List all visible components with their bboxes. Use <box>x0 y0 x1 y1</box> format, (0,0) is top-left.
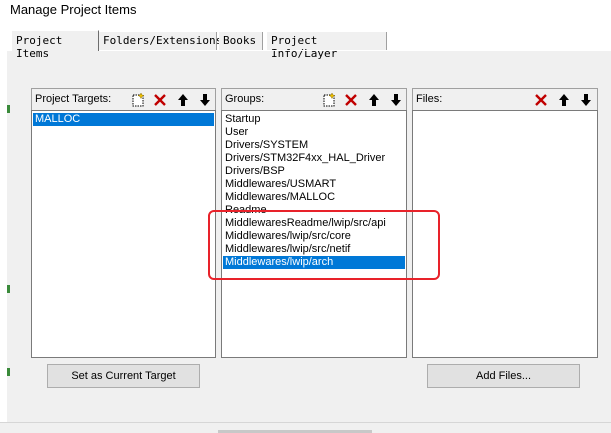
set-current-target-button[interactable]: Set as Current Target <box>47 364 200 388</box>
move-up-icon[interactable] <box>175 92 191 108</box>
files-header: Files: <box>412 88 598 110</box>
add-files-button[interactable]: Add Files... <box>427 364 580 388</box>
list-item[interactable]: Drivers/STM32F4xx_HAL_Driver <box>223 152 385 165</box>
tab-folders-extensions[interactable]: Folders/Extensions <box>99 32 222 50</box>
move-down-icon[interactable] <box>578 92 594 108</box>
new-icon[interactable] <box>321 92 337 108</box>
edge-mark <box>7 285 10 293</box>
list-item[interactable]: Drivers/BSP <box>223 165 285 178</box>
tab-project-info-layer[interactable]: Project Info/Layer <box>267 32 387 60</box>
new-icon[interactable] <box>130 92 146 108</box>
tab-books[interactable]: Books <box>219 32 263 50</box>
project-targets-list[interactable]: MALLOC <box>31 110 216 358</box>
window-title: Manage Project Items <box>10 2 137 17</box>
list-item[interactable]: Middlewares/USMART <box>223 178 336 191</box>
delete-icon[interactable] <box>152 92 168 108</box>
groups-header: Groups: <box>221 88 407 110</box>
edge-mark <box>7 105 10 113</box>
list-item[interactable]: MALLOC <box>33 113 214 126</box>
annotation-highlight-box <box>208 210 440 280</box>
tab-strip: Project Items Folders/Extensions Books P… <box>0 28 611 60</box>
move-down-icon[interactable] <box>388 92 404 108</box>
list-item[interactable]: Drivers/SYSTEM <box>223 139 308 152</box>
groups-label: Groups: <box>225 93 265 105</box>
tab-project-items[interactable]: Project Items <box>11 30 99 60</box>
title-bar: Manage Project Items <box>0 0 611 22</box>
delete-icon[interactable] <box>343 92 359 108</box>
list-item[interactable]: User <box>223 126 248 139</box>
delete-icon[interactable] <box>533 92 549 108</box>
move-up-icon[interactable] <box>366 92 382 108</box>
list-item[interactable]: Startup <box>223 113 260 126</box>
project-targets-header: Project Targets: <box>31 88 216 110</box>
edge-mark <box>7 368 10 376</box>
move-up-icon[interactable] <box>556 92 572 108</box>
project-targets-label: Project Targets: <box>35 93 112 105</box>
list-item[interactable]: Middlewares/MALLOC <box>223 191 335 204</box>
files-label: Files: <box>416 93 443 105</box>
move-down-icon[interactable] <box>197 92 213 108</box>
